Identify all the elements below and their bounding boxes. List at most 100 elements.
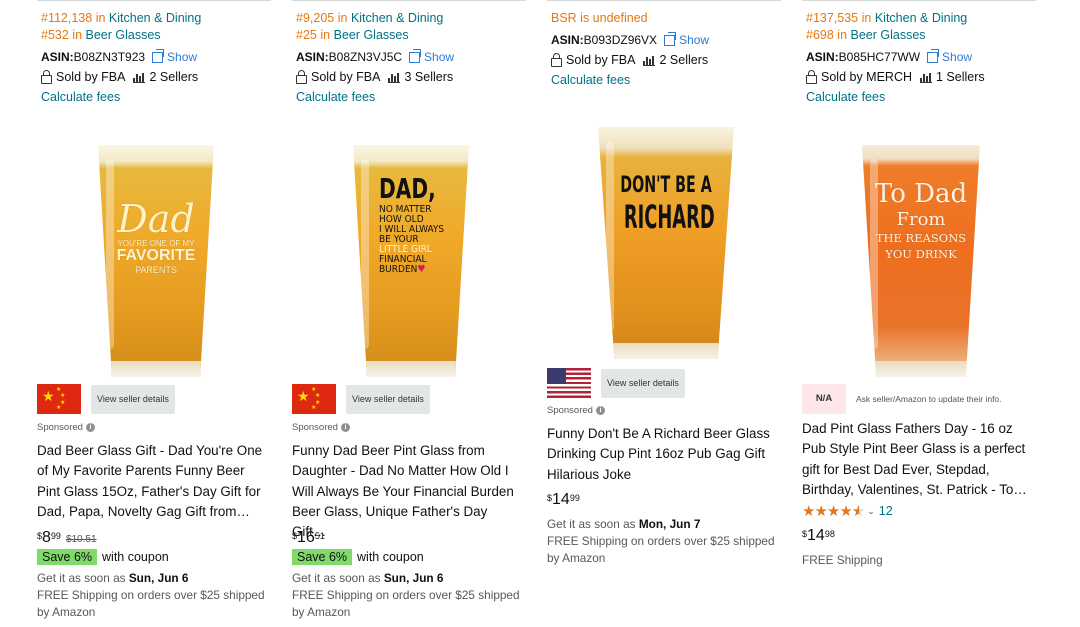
asin-label: ASIN: [551,33,584,47]
sold-by-row: Sold by FBA 3 Sellers [296,69,454,84]
subcategory-link[interactable]: Beer Glasses [334,28,409,42]
view-seller-details-button[interactable]: View seller details [601,368,685,398]
show-button[interactable]: Show [927,48,972,64]
glass-print-text: DAD, [379,172,436,205]
usa-flag-icon [547,368,591,398]
sellers-count[interactable]: 1 Sellers [936,70,985,84]
sellers-count[interactable]: 2 Sellers [149,70,198,84]
glass-print-text: FAVORITE [116,247,196,264]
card-divider [547,0,781,1]
asin-value: B08ZN3T923 [73,50,146,64]
product-image[interactable]: DAD, NO MATTER HOW OLD I WILL ALWAYS BE … [292,145,530,377]
rank-in-label: in [837,28,848,42]
glass-print-text: From [896,209,946,230]
asin-value: B093DZ96VX [583,33,658,47]
coupon-row: Save 6% with coupon [292,549,424,565]
delivery-date: Sun, Jun 6 [383,571,444,585]
delivery-date: Mon, Jun 7 [638,517,701,531]
beer-glass-image: DON'T BE A RICHARD [598,127,734,359]
chevron-down-icon[interactable]: ⌄ [867,506,875,517]
shipping-text: FREE Shipping on orders over $25 shipped… [37,588,265,619]
product-price[interactable]: $14 98 [802,527,835,545]
info-icon[interactable]: i [85,423,95,432]
glass-print-text: To Dad [874,179,968,209]
product-price[interactable]: $16 51 [292,529,325,547]
glass-print-text: BURDEN [379,264,418,275]
rank-value: #137,535 [806,11,859,25]
lock-icon [806,69,817,84]
category-link[interactable]: Kitchen & Dining [351,11,443,25]
show-button[interactable]: Show [152,48,198,64]
rank-line-category: #112,138 in Kitchen & Dining [41,10,201,27]
subcategory-link[interactable]: Beer Glasses [86,28,161,42]
price-currency: $ [547,493,553,503]
card-divider [292,0,526,1]
rank-line-subcategory: #698 in Beer Glasses [806,27,985,44]
view-seller-details-button[interactable]: View seller details [91,384,175,414]
delivery-prefix: Get it as soon as [37,571,126,585]
external-link-icon [664,31,677,46]
product-title-link[interactable]: Funny Don't Be A Richard Beer Glass Drin… [547,424,779,485]
calculate-fees-link[interactable]: Calculate fees [551,73,709,87]
ask-seller-text: Ask seller/Amazon to update their info. [856,394,1002,404]
show-label: Show [167,50,198,64]
price-whole: 8 [42,529,51,546]
product-card: #137,535 in Kitchen & Dining #698 in Bee… [802,0,1040,627]
sellers-count[interactable]: 2 Sellers [659,53,708,67]
glass-print-text: THE REASONS [875,231,967,245]
sponsored-label: Sponsored i [292,422,350,433]
card-divider [37,0,271,1]
product-price[interactable]: $8 99 $10.51 [37,529,97,547]
product-image[interactable]: Dad YOU'RE ONE OF MY FAVORITE PARENTS [37,145,275,377]
rank-value: #532 [41,28,69,42]
calculate-fees-link[interactable]: Calculate fees [296,90,454,104]
external-link-icon [409,48,422,63]
subcategory-link[interactable]: Beer Glasses [851,28,926,42]
coupon-text: with coupon [102,550,169,564]
price-fraction: 99 [569,493,580,503]
price-fraction: 99 [50,531,61,541]
delivery-date: Sun, Jun 6 [128,571,189,585]
info-icon[interactable]: i [340,423,350,432]
product-title-link[interactable]: Dad Pint Glass Fathers Day - 16 oz Pub S… [802,419,1034,500]
delivery-info: Get it as soon as Sun, Jun 6 FREE Shippi… [37,570,275,621]
bar-chart-icon [920,72,932,83]
calculate-fees-link[interactable]: Calculate fees [41,90,201,104]
category-link[interactable]: Kitchen & Dining [109,11,201,25]
sponsored-label: Sponsored i [37,422,95,433]
category-link[interactable]: Kitchen & Dining [875,11,967,25]
coupon-row: Save 6% with coupon [37,549,169,565]
product-card: #112,138 in Kitchen & Dining #532 in Bee… [37,0,275,627]
show-button[interactable]: Show [664,31,710,47]
show-label: Show [679,33,710,47]
list-price: $10.51 [65,534,97,545]
rank-value: #25 [296,28,317,42]
product-title-link[interactable]: Dad Beer Glass Gift - Dad You're One of … [37,441,269,522]
rating-row[interactable]: ★★★★★ ★ ⌄ 12 [802,502,893,520]
view-seller-details-button[interactable]: View seller details [346,384,430,414]
product-image[interactable]: To Dad From THE REASONS YOU DRINK [802,145,1040,377]
product-image[interactable]: DON'T BE A RICHARD [547,127,785,359]
bsr-undefined-text: BSR is undefined [551,11,648,25]
sellers-count[interactable]: 3 Sellers [404,70,453,84]
show-label: Show [424,50,455,64]
product-card: BSR is undefined ASIN: B093DZ96VX Show So… [547,0,785,627]
info-icon[interactable]: i [595,406,605,415]
beer-glass-image: DAD, NO MATTER HOW OLD I WILL ALWAYS BE … [353,145,469,377]
product-title-link[interactable]: Funny Dad Beer Pint Glass from Daughter … [292,441,524,542]
rating-count[interactable]: 12 [879,504,893,518]
card-divider [802,0,1036,1]
glass-print-text: PARENTS [135,265,177,275]
price-whole: 16 [297,529,315,546]
rank-in-label: in [861,11,872,25]
calculate-fees-link[interactable]: Calculate fees [806,90,985,104]
asin-label: ASIN: [806,50,839,64]
show-button[interactable]: Show [409,48,455,64]
rank-line-category: #9,205 in Kitchen & Dining [296,10,454,27]
sold-by-row: Sold by FBA 2 Sellers [41,69,201,84]
rank-in-label: in [320,28,331,42]
product-price[interactable]: $14 99 [547,491,580,509]
rank-in-label: in [337,11,348,25]
rank-in-label: in [72,28,83,42]
sponsored-text: Sponsored [37,422,83,433]
